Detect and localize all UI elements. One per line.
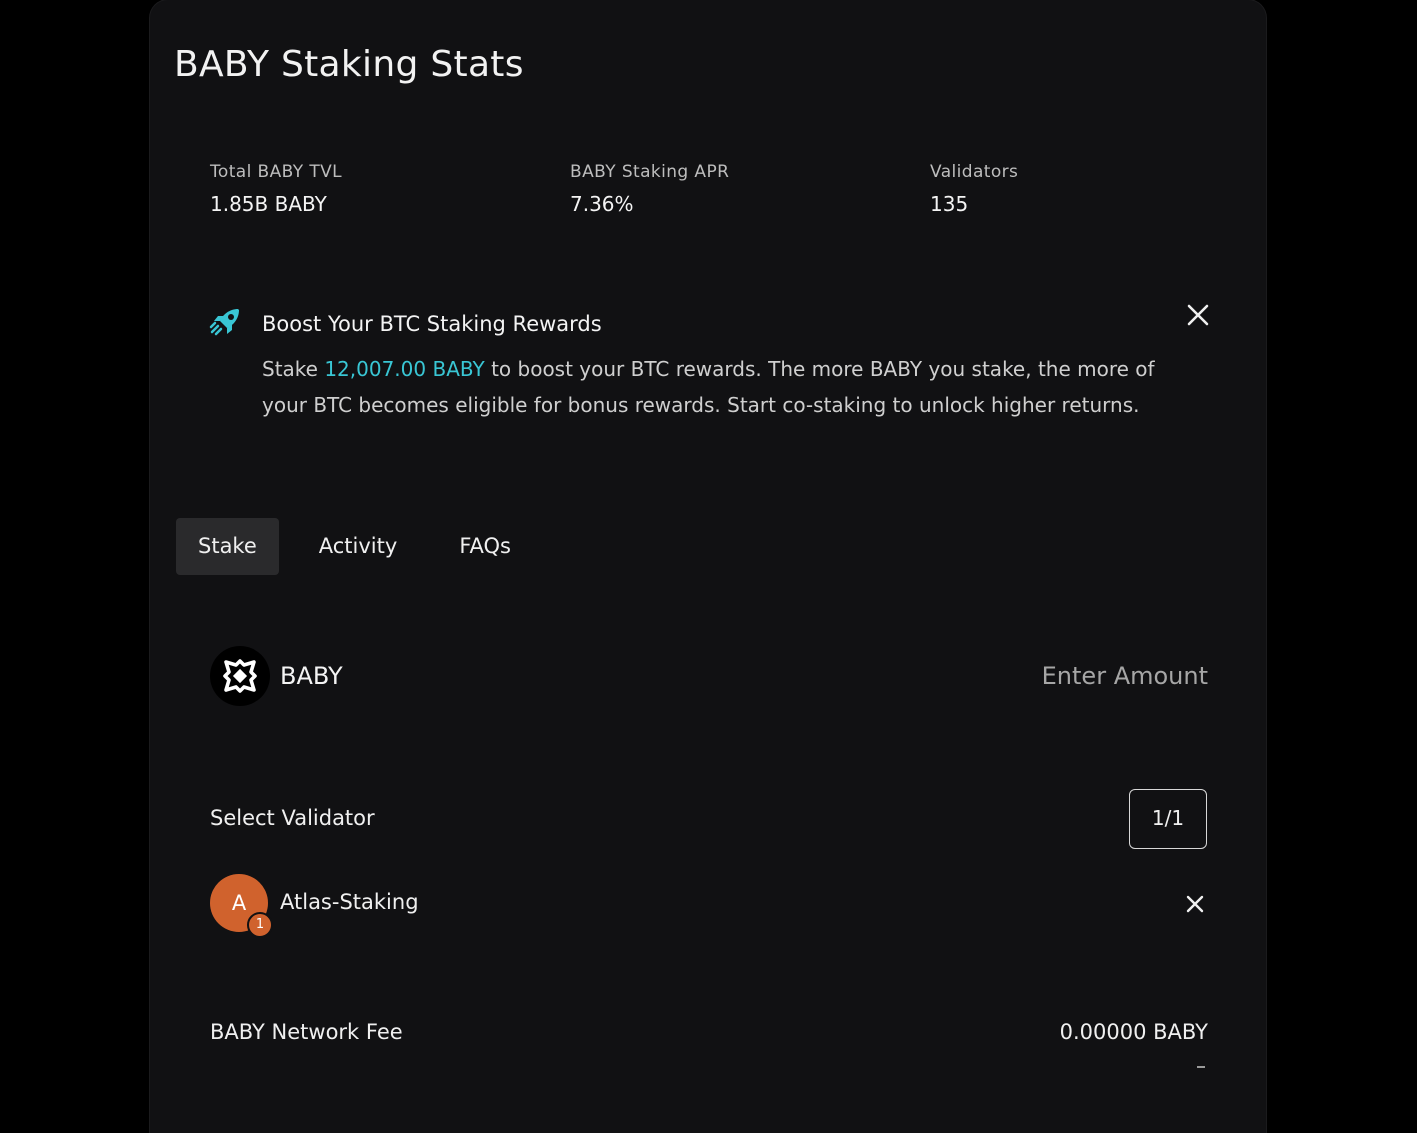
stat-value: 7.36% <box>570 192 634 216</box>
divider <box>1197 1066 1205 1068</box>
close-icon[interactable] <box>1186 303 1210 327</box>
tab-activity[interactable]: Activity <box>297 518 420 575</box>
babylon-logo-icon <box>210 646 270 706</box>
tab-bar: Stake Activity FAQs <box>176 518 551 575</box>
stat-label: Validators <box>930 162 1019 182</box>
stat-label: BABY Staking APR <box>570 162 730 182</box>
stat-staking-apr: BABY Staking APR 7.36% <box>570 162 729 216</box>
avatar-badge: 1 <box>247 912 273 938</box>
rocket-icon <box>208 304 244 340</box>
stat-validators: Validators 135 <box>930 162 1018 216</box>
close-icon[interactable] <box>1184 893 1206 915</box>
avatar-badge-count: 1 <box>255 917 265 932</box>
boost-description: Stake 12,007.00 BABY to boost your BTC r… <box>262 352 1162 423</box>
amount-input[interactable] <box>908 656 1208 696</box>
stat-value: 1.85B BABY <box>210 192 327 216</box>
validator-count-button[interactable]: 1/1 <box>1129 789 1207 849</box>
page-title: BABY Staking Stats <box>174 44 524 85</box>
boost-highlight-amount: 12,007.00 BABY <box>324 357 485 381</box>
tab-stake[interactable]: Stake <box>176 518 279 575</box>
stat-value: 135 <box>930 192 969 216</box>
stat-label: Total BABY TVL <box>210 162 343 182</box>
network-fee-value: 0.00000 BABY <box>1059 1020 1208 1044</box>
boost-title: Boost Your BTC Staking Rewards <box>262 312 602 336</box>
token-name: BABY <box>280 662 343 690</box>
stake-amount-row: BABY <box>208 646 1208 708</box>
staking-card: BABY Staking Stats Total BABY TVL 1.85B … <box>150 0 1266 1133</box>
validator-name: Atlas-Staking <box>280 890 419 914</box>
selected-validator-row: A 1 Atlas-Staking <box>210 874 1210 938</box>
stat-total-tvl: Total BABY TVL 1.85B BABY <box>210 162 342 216</box>
boost-text-prefix: Stake <box>262 357 325 381</box>
tab-faqs[interactable]: FAQs <box>437 518 533 575</box>
select-validator-label: Select Validator <box>210 806 375 830</box>
network-fee-label: BABY Network Fee <box>210 1020 403 1044</box>
